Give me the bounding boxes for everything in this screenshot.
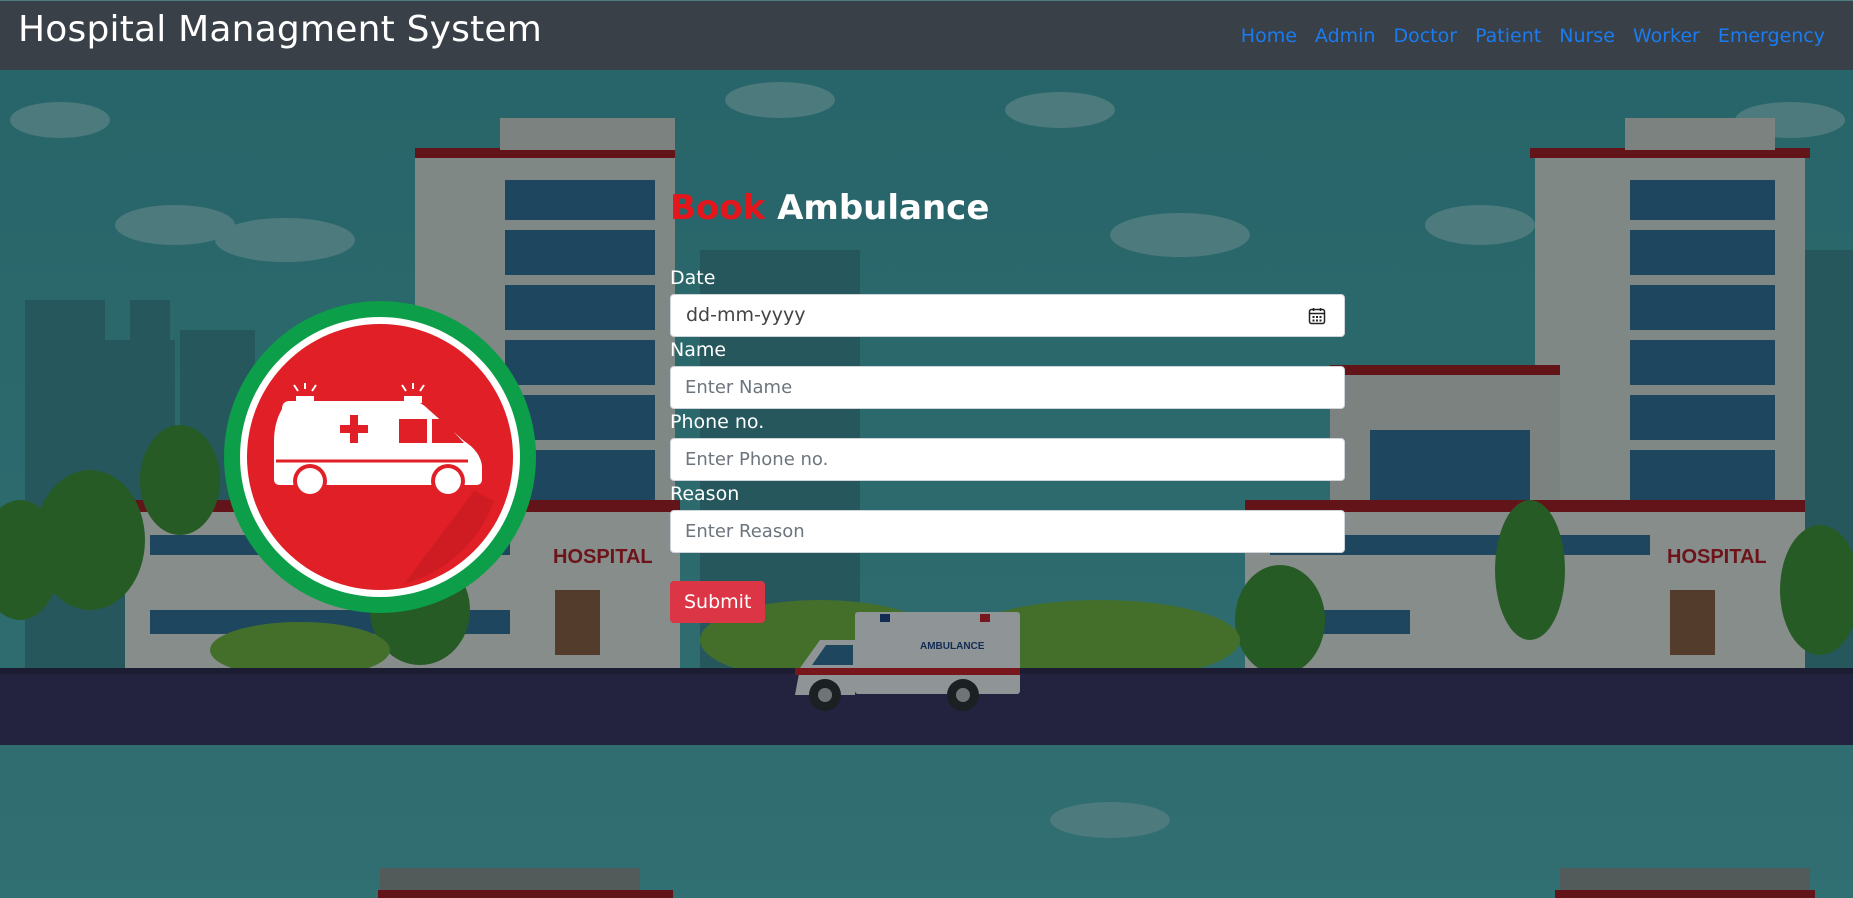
name-field-box (670, 366, 1345, 409)
form-title: Book Ambulance (670, 183, 1345, 233)
nav-link-doctor[interactable]: Doctor (1393, 25, 1457, 47)
book-ambulance-form: Book Ambulance Date dd-mm-yyyy Name Phon… (670, 183, 1345, 623)
calendar-icon[interactable] (1308, 307, 1326, 325)
date-field[interactable]: dd-mm-yyyy (670, 294, 1345, 337)
name-label: Name (670, 339, 727, 361)
nav-link-home[interactable]: Home (1241, 25, 1297, 47)
nav-link-nurse[interactable]: Nurse (1559, 25, 1615, 47)
date-label: Date (670, 267, 716, 289)
ambulance-logo-icon (224, 301, 536, 613)
nav-link-worker[interactable]: Worker (1633, 25, 1700, 47)
top-navbar: Hospital Managment System Home Admin Doc… (0, 0, 1853, 70)
reason-field[interactable] (671, 511, 1344, 552)
submit-button[interactable]: Submit (670, 581, 766, 623)
nav-link-patient[interactable]: Patient (1475, 25, 1541, 47)
reason-label: Reason (670, 483, 740, 505)
form-title-accent: Book (670, 188, 766, 228)
nav-links: Home Admin Doctor Patient Nurse Worker E… (1241, 25, 1825, 47)
date-placeholder: dd-mm-yyyy (686, 304, 806, 326)
name-field[interactable] (671, 367, 1344, 408)
phone-field-box (670, 438, 1345, 481)
brand-title[interactable]: Hospital Managment System (18, 9, 542, 50)
phone-field[interactable] (671, 439, 1344, 480)
form-title-rest: Ambulance (777, 188, 990, 228)
reason-field-box (670, 510, 1345, 553)
nav-link-emergency[interactable]: Emergency (1718, 25, 1825, 47)
phone-label: Phone no. (670, 411, 765, 433)
nav-link-admin[interactable]: Admin (1315, 25, 1376, 47)
